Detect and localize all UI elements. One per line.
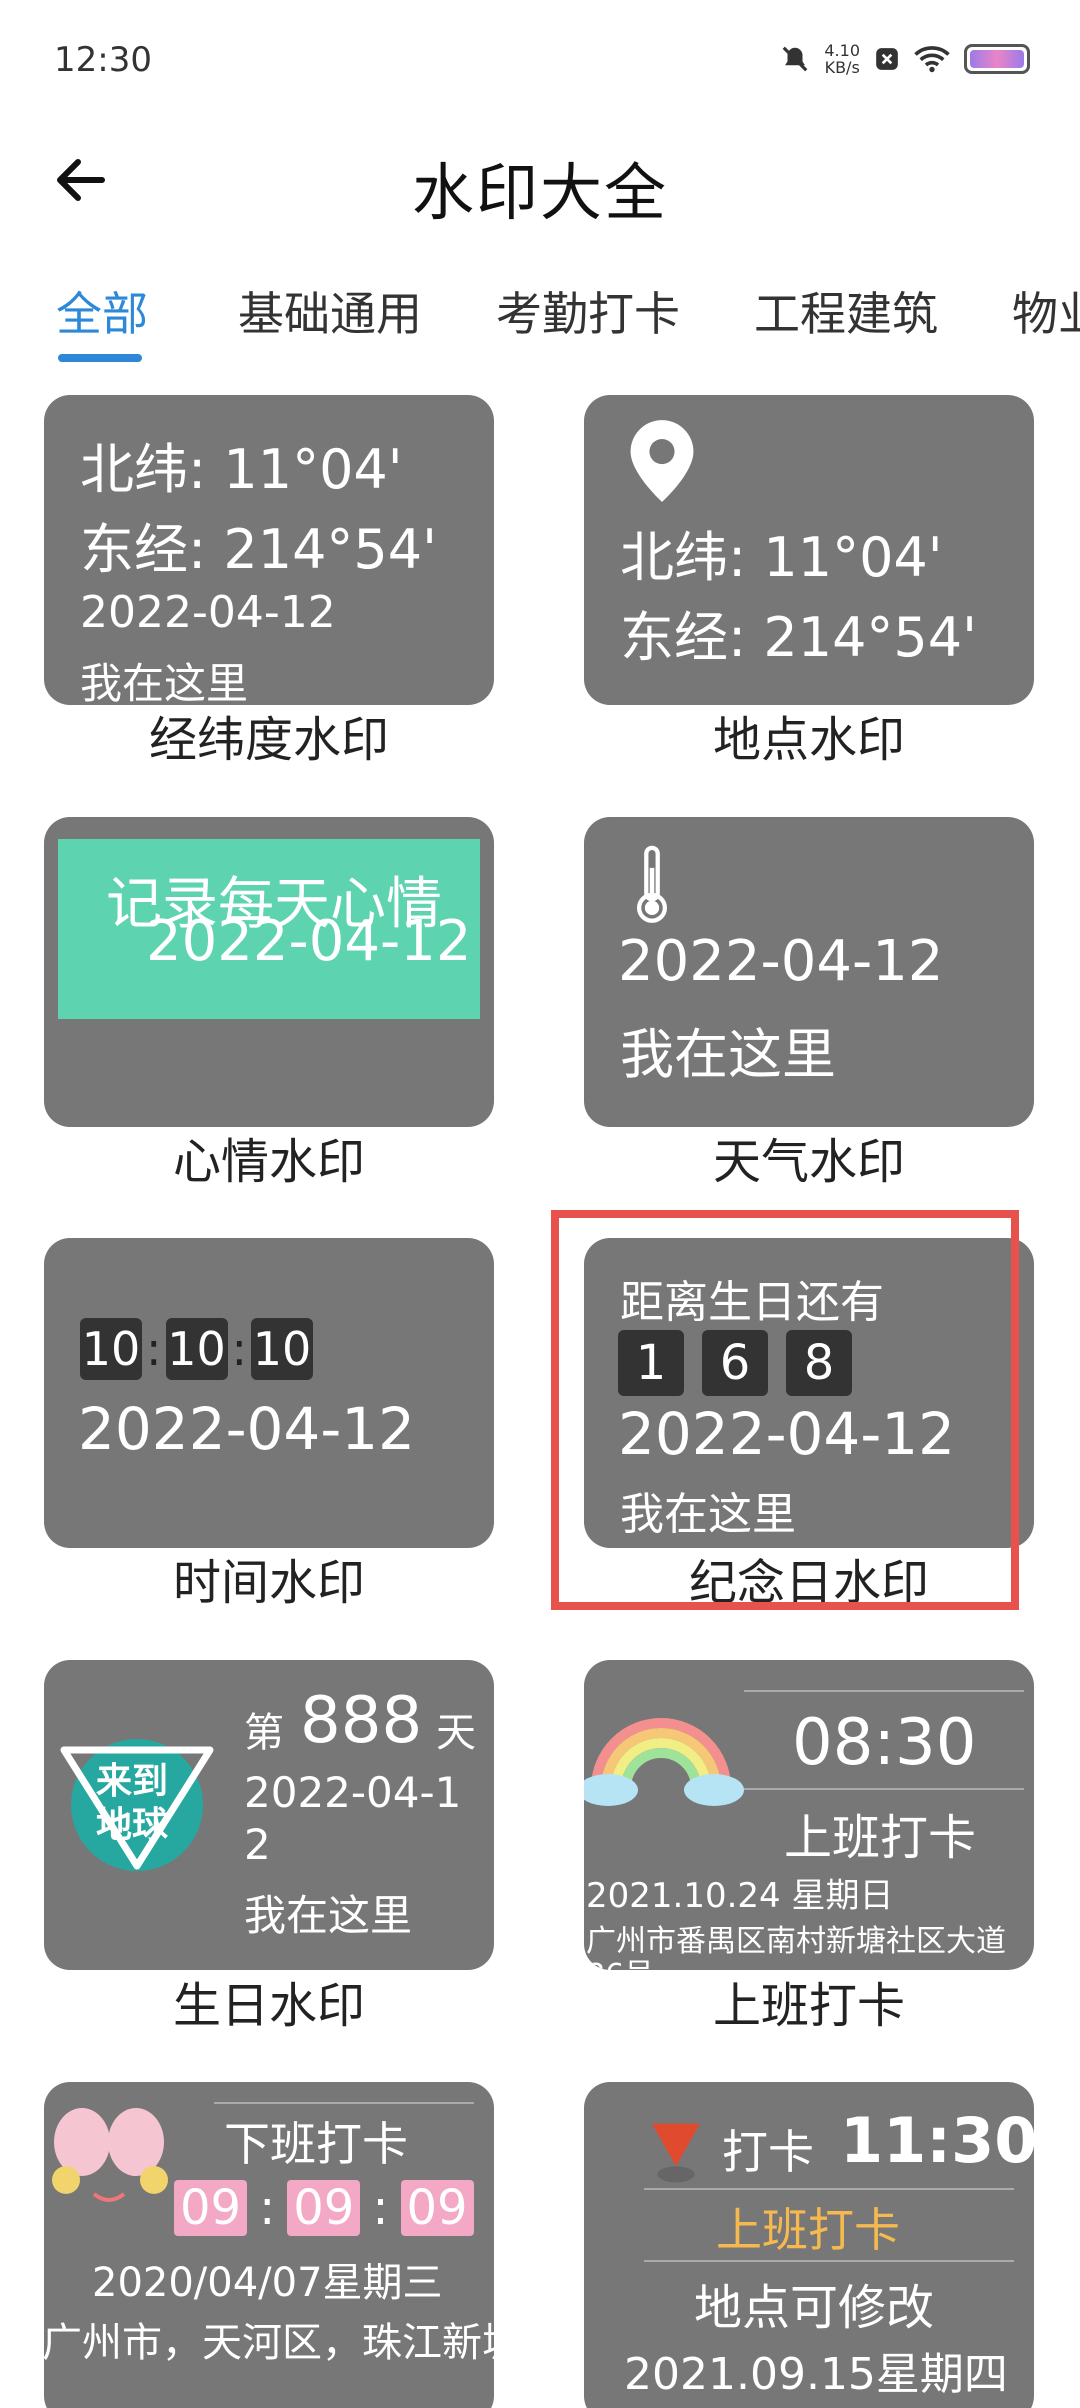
card-mood-watermark[interactable]: 记录每天心情 2022-04-12 [44,817,494,1127]
clockout-time: 09 : 09 : 09 [174,2180,474,2236]
latitude-text: 北纬: 11°04' [620,526,943,589]
tab-attendance[interactable]: 考勤打卡 [496,278,680,344]
tab-property[interactable]: 物业 [1012,278,1080,344]
date-text: 2022-04-12 [80,587,336,638]
tab-all[interactable]: 全部 [56,278,148,344]
status-time: 12:30 [54,40,152,80]
card-label-location: 地点水印 [712,712,905,768]
page-title: 水印大全 [411,156,668,229]
date-text: 2022-04-12 [78,1395,416,1463]
card-label-mood: 心情水印 [172,1134,365,1190]
date-text: 2021.10.24 星期日 [586,1876,894,1916]
card-birthday-watermark[interactable]: 来到 地球 第 888 天 2022-04-1 2 我在这里 [44,1660,494,1970]
checkin-note: 地点可修改 [694,2280,935,2336]
status-bar: 12:30 4.10 KB/s [0,0,1080,120]
checkin-time: 11:30 [840,2104,1034,2177]
top-bar: 水印大全 [0,130,1080,230]
address-text: 广州市，天河区，珠江新城 [44,2320,494,2366]
cute-face-icon [52,2108,168,2202]
place-text: 我在这里 [80,659,249,705]
tab-indicator [58,354,142,362]
pin-marker-icon [652,2123,700,2183]
latitude-text: 北纬: 11°04' [80,438,403,501]
longitude-text: 东经: 214°54' [620,606,977,669]
card-label-weather: 天气水印 [712,1134,905,1190]
card-latlng-watermark[interactable]: 北纬: 11°04' 东经: 214°54' 2022-04-12 我在这里 [44,395,494,705]
card-label-time: 时间水印 [172,1555,365,1611]
close-box-icon [876,48,898,70]
tab-basic[interactable]: 基础通用 [238,278,422,344]
card-checkin-watermark[interactable]: 打卡 11:30 上班打卡 地点可修改 2021.09.15星期四 [584,2082,1034,2408]
rainbow-icon [584,1718,744,1806]
date-text: 2021.09.15星期四 [624,2349,1008,2400]
card-label-clockin: 上班打卡 [712,1978,905,2034]
network-speed: 4.10 KB/s [824,41,860,77]
location-pin-icon [630,420,694,502]
clockin-title: 上班打卡 [784,1810,977,1866]
time-digits: 10 : 10 : 10 [80,1318,313,1380]
date-text: 2022-04-12 [618,929,944,994]
clockout-title: 下班打卡 [224,2117,408,2171]
checkin-subtitle: 上班打卡 [716,2203,900,2257]
place-text: 我在这里 [620,1023,836,1086]
tab-construction[interactable]: 工程建筑 [754,278,938,344]
clockin-time: 08:30 [792,1706,977,1780]
date-text: 2020/04/07星期三 [92,2260,443,2306]
wifi-icon [914,46,950,73]
category-tabs: 全部 基础通用 考勤打卡 工程建筑 物业 [0,270,1080,370]
card-clockin-watermark[interactable]: 08:30 上班打卡 2021.10.24 星期日 广州市番禺区南村新塘社区大道… [584,1660,1034,1970]
card-location-watermark[interactable]: 北纬: 11°04' 东经: 214°54' [584,395,1034,705]
card-weather-watermark[interactable]: 2022-04-12 我在这里 [584,817,1034,1127]
card-time-watermark[interactable]: 10 : 10 : 10 2022-04-12 [44,1238,494,1548]
date-text: 2022-04-12 [146,909,472,974]
selection-highlight [551,1210,1019,1610]
checkin-prefix: 打卡 [722,2125,814,2179]
card-label-birthday: 生日水印 [172,1978,365,2034]
birthday-days: 888 [300,1684,423,1758]
card-clockout-watermark[interactable]: 下班打卡 09 : 09 : 09 2020/04/07星期三 广州市，天河区，… [44,2082,494,2408]
thermometer-icon [637,845,667,923]
status-icons: 4.10 KB/s [780,42,1030,76]
battery-icon [964,44,1030,74]
longitude-text: 东经: 214°54' [80,518,437,581]
card-label-latlng: 经纬度水印 [148,712,389,768]
mute-bell-icon [783,46,808,72]
